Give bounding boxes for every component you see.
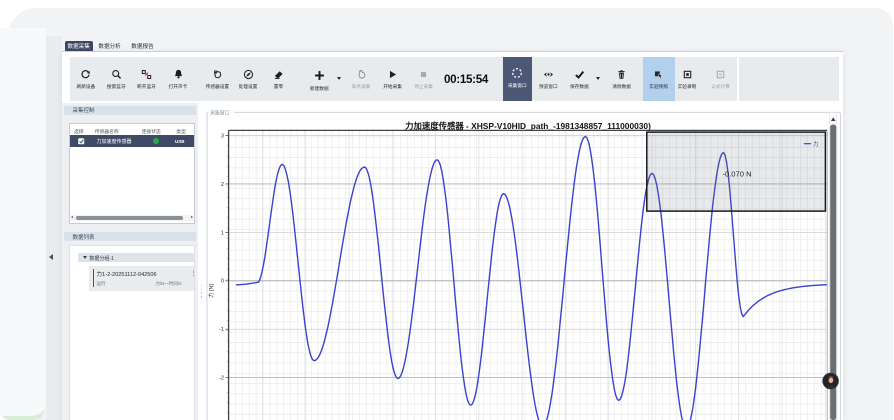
svg-text:2: 2 xyxy=(221,182,224,188)
svg-text:-0.070 N: -0.070 N xyxy=(722,169,751,178)
svg-text:-2: -2 xyxy=(219,376,224,382)
svg-text:力: 力 xyxy=(813,140,818,148)
svg-text:力加速度传感器 - XHSP-V10HID_path_-19: 力加速度传感器 - XHSP-V10HID_path_-1981348857_1… xyxy=(405,121,651,131)
svg-text:1: 1 xyxy=(221,230,224,236)
svg-text:0: 0 xyxy=(221,279,224,285)
svg-text:3: 3 xyxy=(221,133,224,139)
svg-text:采集窗口: 采集窗口 xyxy=(210,109,230,116)
svg-text:力 [N]: 力 [N] xyxy=(207,284,215,298)
svg-text:-1: -1 xyxy=(219,327,224,333)
